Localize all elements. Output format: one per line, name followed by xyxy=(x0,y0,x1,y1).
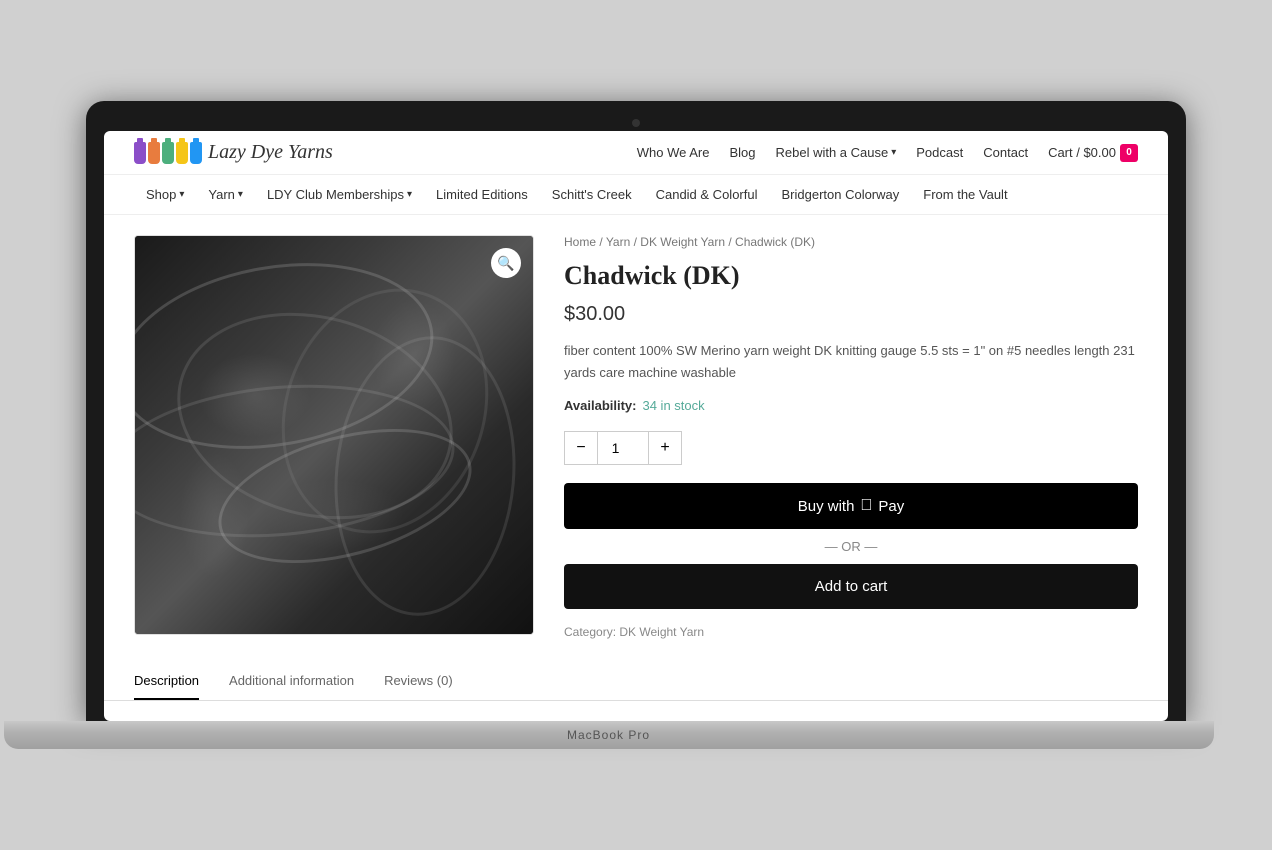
quantity-decrease-button[interactable]: − xyxy=(564,431,598,465)
bottle-purple xyxy=(134,142,146,164)
product-image-area: 🔍 xyxy=(134,235,534,639)
category-label: Category: xyxy=(564,625,616,639)
stock-status: 34 in stock xyxy=(642,398,704,413)
availability-row: Availability: 34 in stock xyxy=(564,398,1138,413)
browser-screen: Lazy Dye Yarns Who We Are Blog Rebel wit… xyxy=(104,131,1168,721)
product-title: Chadwick (DK) xyxy=(564,261,1138,291)
nav-from-vault[interactable]: From the Vault xyxy=(911,175,1019,214)
nav-schitts-creek[interactable]: Schitt's Creek xyxy=(540,175,644,214)
nav-ldy-club[interactable]: LDY Club Memberships ▾ xyxy=(255,175,424,214)
buy-with-apple-pay-button[interactable]: Buy with  Pay xyxy=(564,483,1138,529)
bottle-green xyxy=(162,142,174,164)
bottle-orange xyxy=(148,142,160,164)
category-link[interactable]: DK Weight Yarn xyxy=(619,625,704,639)
product-image-wrapper: 🔍 xyxy=(134,235,534,635)
add-to-cart-button[interactable]: Add to cart xyxy=(564,564,1138,609)
nav-blog[interactable]: Blog xyxy=(729,145,755,160)
nav-bridgerton[interactable]: Bridgerton Colorway xyxy=(769,175,911,214)
or-divider: — OR — xyxy=(564,539,1138,554)
cart-button[interactable]: Cart / $0.00 0 xyxy=(1048,144,1138,162)
tab-reviews[interactable]: Reviews (0) xyxy=(384,663,453,700)
magnify-icon: 🔍 xyxy=(497,255,514,272)
screen-bezel: Lazy Dye Yarns Who We Are Blog Rebel wit… xyxy=(86,101,1186,721)
tab-description[interactable]: Description xyxy=(134,663,199,700)
product-price: $30.00 xyxy=(564,303,1138,326)
macbook-label: MacBook Pro xyxy=(567,728,650,742)
laptop-container: Lazy Dye Yarns Who We Are Blog Rebel wit… xyxy=(86,101,1186,749)
product-tabs-bar: Description Additional information Revie… xyxy=(104,663,1168,701)
cart-count-badge: 0 xyxy=(1120,144,1138,162)
breadcrumb-home[interactable]: Home xyxy=(564,235,596,249)
laptop-base: MacBook Pro xyxy=(4,721,1214,749)
site-header: Lazy Dye Yarns Who We Are Blog Rebel wit… xyxy=(104,131,1168,175)
quantity-input[interactable] xyxy=(598,431,648,465)
breadcrumb-dk-weight[interactable]: DK Weight Yarn xyxy=(640,235,725,249)
nav-who-we-are[interactable]: Who We Are xyxy=(637,145,710,160)
product-info-panel: Home / Yarn / DK Weight Yarn / Chadwick … xyxy=(564,235,1138,639)
ldy-chevron-icon: ▾ xyxy=(407,189,412,200)
camera-dot xyxy=(632,119,640,127)
nav-candid-colorful[interactable]: Candid & Colorful xyxy=(644,175,770,214)
apple-logo-icon:  xyxy=(860,497,872,515)
pay-label: Pay xyxy=(878,498,904,515)
logo-bottles xyxy=(134,142,202,164)
nav-contact[interactable]: Contact xyxy=(983,145,1028,160)
nav-rebel-with-cause[interactable]: Rebel with a Cause ▾ xyxy=(776,145,897,160)
breadcrumb-current: Chadwick (DK) xyxy=(735,235,815,249)
image-zoom-button[interactable]: 🔍 xyxy=(491,248,521,278)
nav-shop[interactable]: Shop ▾ xyxy=(134,175,196,214)
shop-chevron-icon: ▾ xyxy=(179,189,184,200)
breadcrumb: Home / Yarn / DK Weight Yarn / Chadwick … xyxy=(564,235,1138,249)
secondary-nav: Shop ▾ Yarn ▾ LDY Club Memberships ▾ Lim… xyxy=(104,175,1168,215)
product-description: fiber content 100% SW Merino yarn weight… xyxy=(564,340,1138,384)
quantity-row: − + xyxy=(564,431,1138,465)
top-nav: Who We Are Blog Rebel with a Cause ▾ Pod… xyxy=(637,144,1138,162)
bottle-blue xyxy=(190,142,202,164)
category-row: Category: DK Weight Yarn xyxy=(564,625,1138,639)
nav-yarn[interactable]: Yarn ▾ xyxy=(196,175,255,214)
yarn-chevron-icon: ▾ xyxy=(238,189,243,200)
logo-area: Lazy Dye Yarns xyxy=(134,141,333,164)
nav-podcast[interactable]: Podcast xyxy=(916,145,963,160)
nav-limited-editions[interactable]: Limited Editions xyxy=(424,175,540,214)
availability-label: Availability: xyxy=(564,398,636,413)
quantity-increase-button[interactable]: + xyxy=(648,431,682,465)
main-content: 🔍 Home / Yarn / DK Weight Yarn / Chadwic… xyxy=(104,215,1168,659)
bottle-yellow xyxy=(176,142,188,164)
buy-with-label: Buy with xyxy=(798,498,855,515)
rebel-chevron-icon: ▾ xyxy=(891,147,896,158)
product-image xyxy=(135,236,533,634)
tab-additional-info[interactable]: Additional information xyxy=(229,663,354,700)
breadcrumb-yarn[interactable]: Yarn xyxy=(606,235,630,249)
logo-text: Lazy Dye Yarns xyxy=(208,141,333,164)
